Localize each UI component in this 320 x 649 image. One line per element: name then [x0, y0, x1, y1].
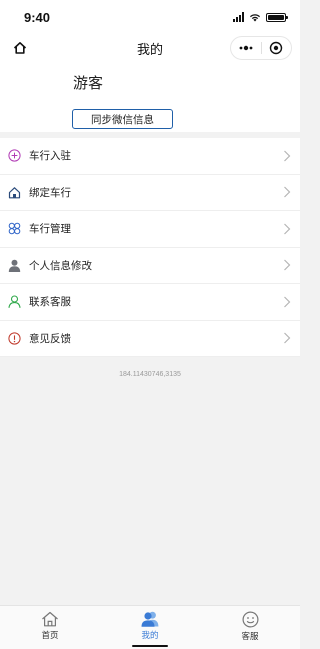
home-nav-button[interactable]: [10, 38, 30, 58]
menu-item-dealer-manage[interactable]: 车行管理: [0, 211, 300, 248]
menu-item-label: 意见反馈: [29, 332, 71, 345]
status-bar: 9:40: [0, 0, 300, 34]
menu-item-bind-dealer[interactable]: 绑定车行: [0, 175, 300, 211]
more-button[interactable]: [231, 37, 261, 59]
tab-label: 客服: [241, 632, 259, 642]
menu-list: 车行入驻 绑定车行 车行管理 个人信息修改 联系客服 意见反馈: [0, 132, 300, 357]
users-icon: [141, 611, 159, 627]
chevron-right-icon: [284, 332, 291, 344]
page-title: 我的: [136, 42, 163, 58]
plus-circle-icon: [7, 149, 21, 163]
tab-label: 我的: [141, 631, 159, 641]
person-icon: [7, 258, 21, 272]
more-dots-icon: [239, 45, 253, 51]
status-icons: [233, 12, 288, 22]
menu-item-label: 个人信息修改: [29, 259, 92, 272]
tab-mine[interactable]: 我的: [100, 606, 200, 649]
tab-bar: 首页 我的 客服: [0, 605, 300, 649]
menu-item-label: 车行管理: [29, 223, 71, 236]
status-time: 9:40: [24, 9, 51, 25]
info-circle-icon: [7, 331, 21, 345]
contact-person-icon: [7, 295, 21, 309]
target-close-icon: [270, 41, 283, 55]
chevron-right-icon: [284, 296, 291, 308]
wifi-icon: [250, 13, 260, 21]
smiley-icon: [241, 611, 259, 628]
home-indicator: [132, 645, 168, 647]
home-outline-icon: [13, 42, 27, 54]
battery-icon: [266, 12, 288, 22]
page: 9:40 我的 游客 同步微信信息 车行入驻 绑定车行 车行管理 个人信息修改 …: [0, 0, 300, 649]
sync-wechat-button[interactable]: 同步微信信息: [72, 109, 173, 129]
clover-icon: [7, 222, 21, 236]
chevron-right-icon: [284, 223, 291, 235]
nav-bar: 我的: [0, 34, 300, 62]
chevron-right-icon: [284, 186, 291, 198]
menu-item-label: 绑定车行: [29, 186, 71, 199]
menu-item-dealer-join[interactable]: 车行入驻: [0, 138, 300, 175]
menu-item-edit-profile[interactable]: 个人信息修改: [0, 248, 300, 284]
house-icon: [7, 185, 21, 199]
menu-item-contact-service[interactable]: 联系客服: [0, 284, 300, 321]
tab-home[interactable]: 首页: [0, 606, 100, 649]
menu-item-label: 车行入驻: [29, 150, 71, 163]
home-icon: [42, 611, 58, 627]
chevron-right-icon: [284, 259, 291, 271]
tab-label: 首页: [41, 631, 59, 641]
signal-icon: [233, 12, 244, 22]
tab-service[interactable]: 客服: [200, 606, 300, 649]
chevron-right-icon: [284, 150, 291, 162]
location-coordinates: 184.11430746,3135: [119, 371, 181, 378]
profile-header: 游客 同步微信信息: [0, 62, 300, 132]
menu-item-feedback[interactable]: 意见反馈: [0, 321, 300, 357]
capsule-menu: [230, 36, 292, 60]
profile-name: 游客: [73, 74, 104, 92]
menu-item-label: 联系客服: [29, 296, 71, 309]
close-miniprogram-button[interactable]: [262, 37, 292, 59]
